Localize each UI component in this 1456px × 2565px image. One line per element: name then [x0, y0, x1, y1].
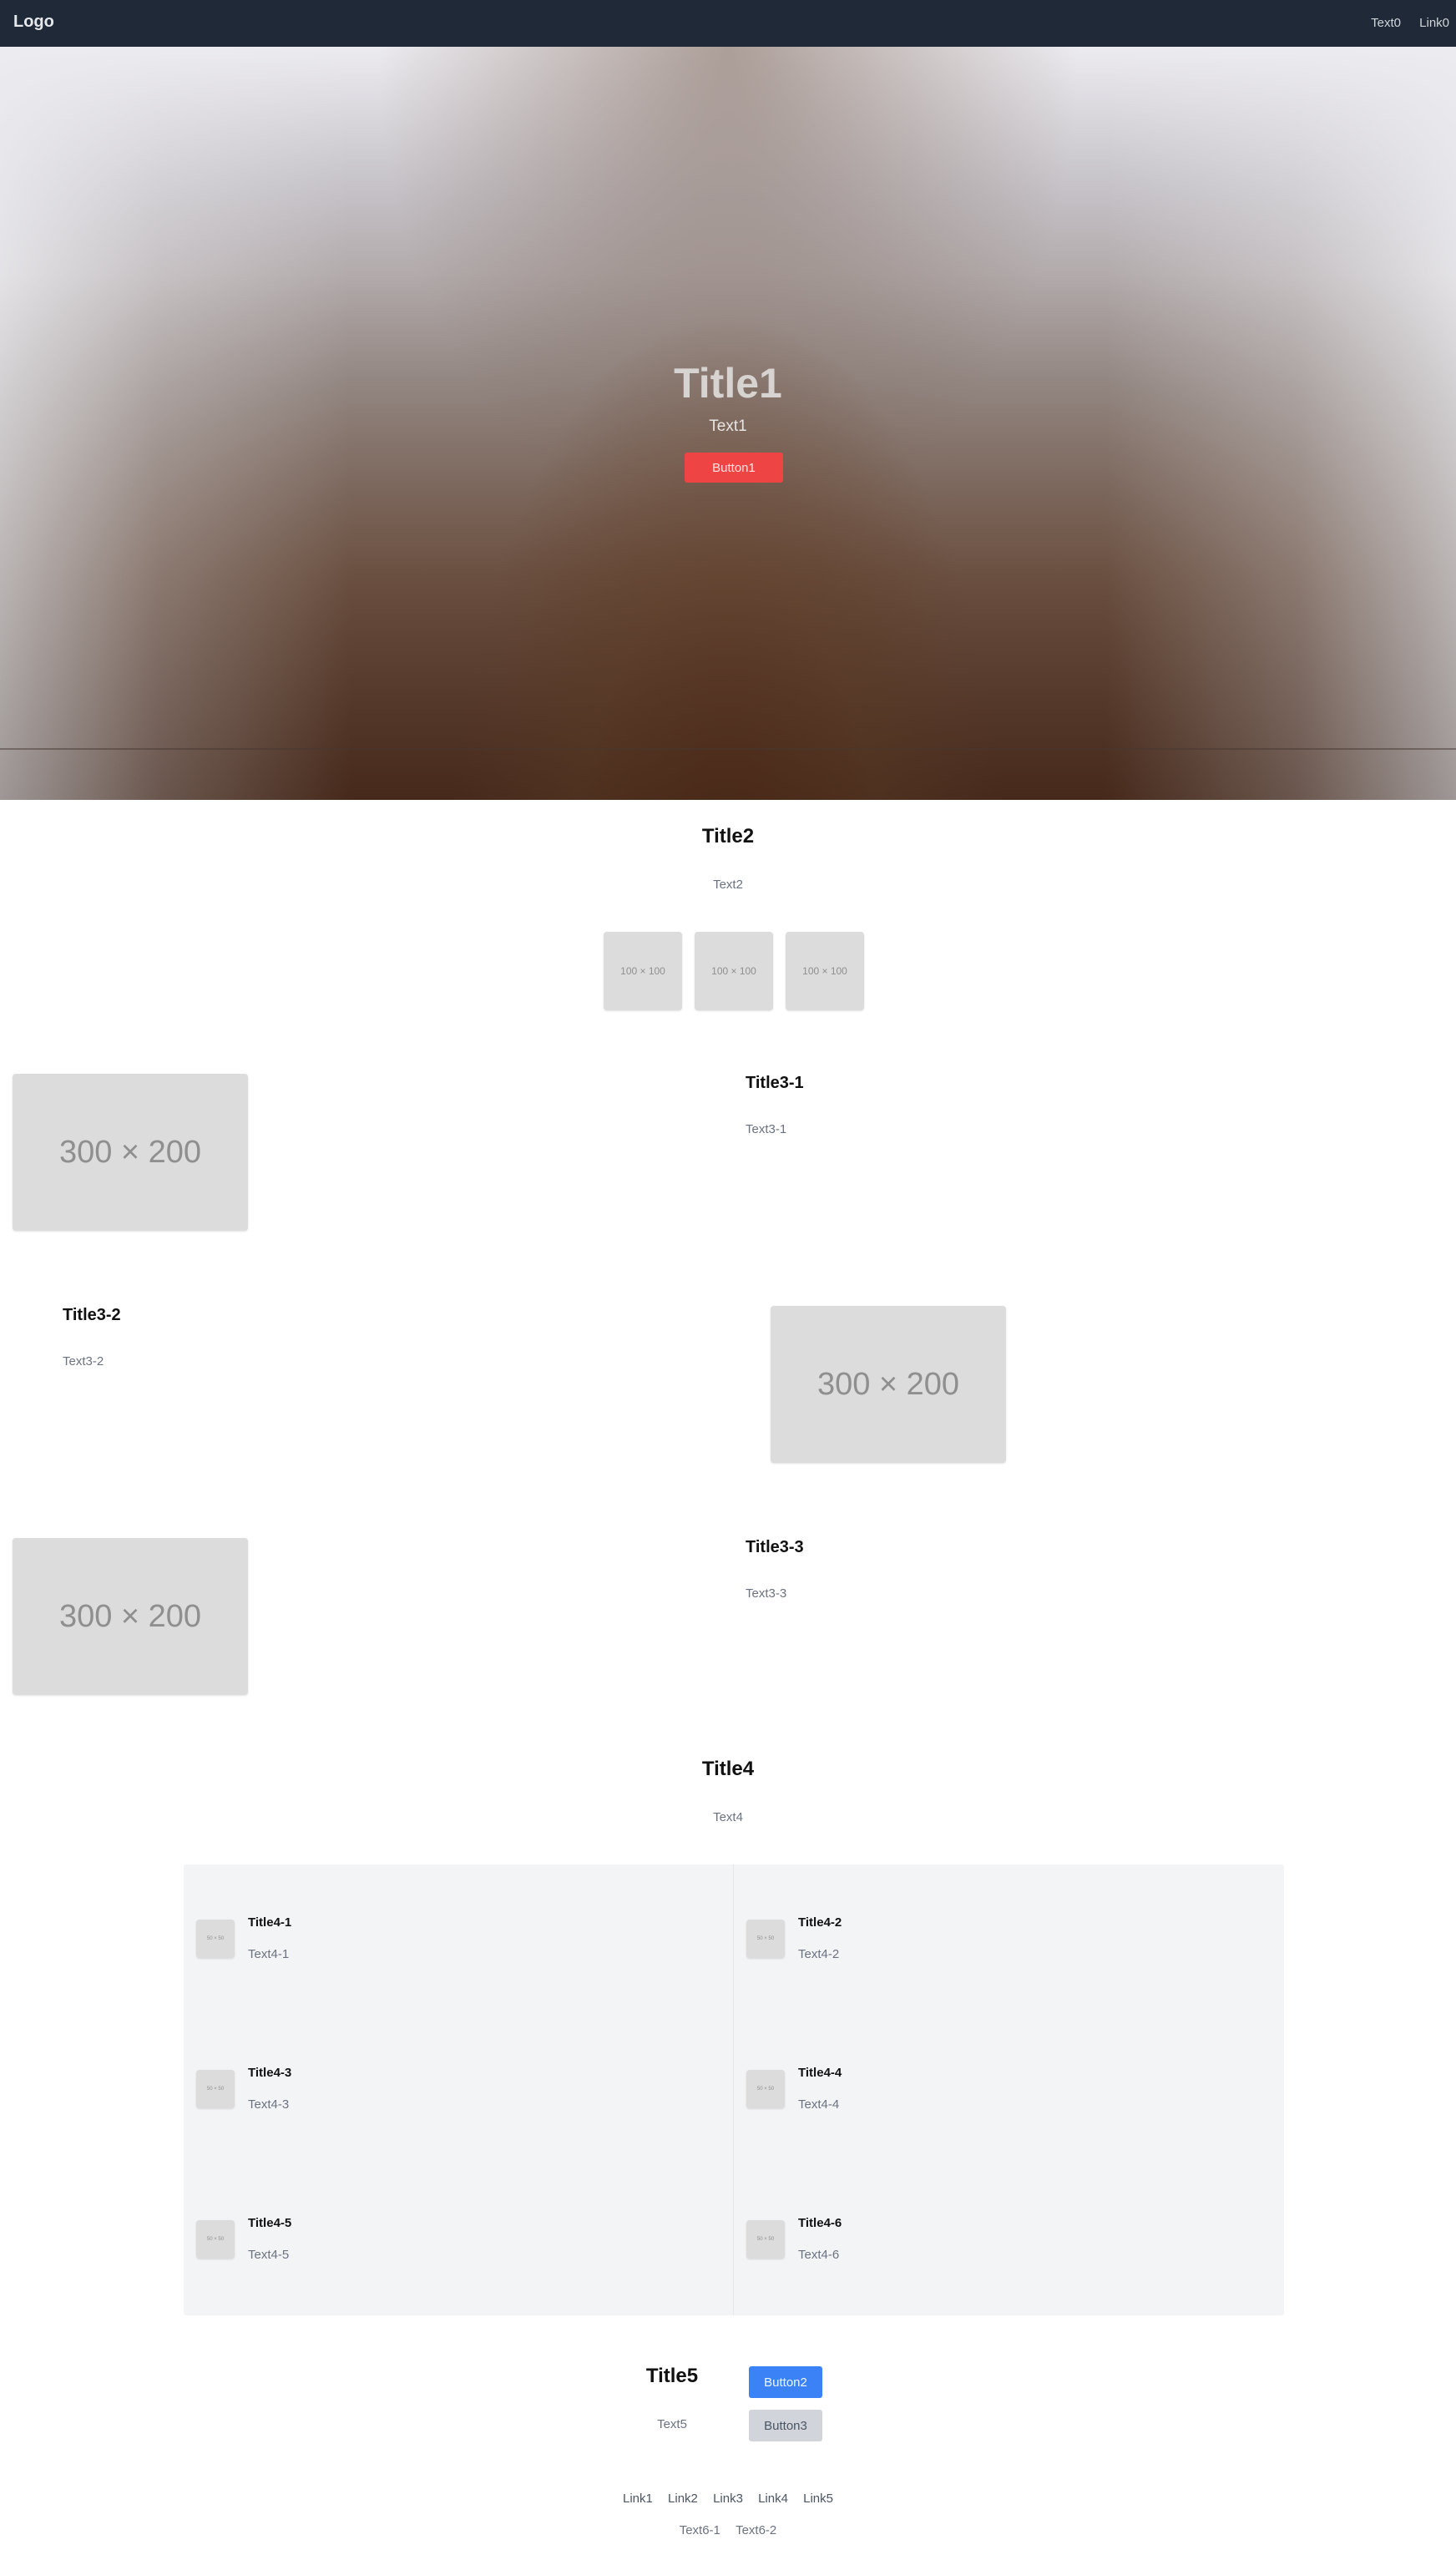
hero-title: Title1: [674, 360, 782, 407]
footer-link[interactable]: Link3: [713, 2492, 743, 2506]
image-placeholder: 100 × 100: [786, 932, 864, 1010]
grid-item-text: Text4-6: [798, 2248, 840, 2262]
grid-item-title: Title4-1: [248, 1915, 292, 1930]
nav-text: Text0: [1371, 16, 1401, 30]
footer-links: Link1 Link2 Link3 Link4 Link5: [0, 2492, 1456, 2506]
hero-divider: [0, 748, 1456, 750]
grid-item-text: Text4-2: [798, 1947, 840, 1961]
feature-image: 300 × 200: [771, 1306, 1006, 1463]
hero-section: Title1 Text1 Button1: [0, 47, 1456, 800]
section2-text: Text2: [713, 878, 743, 892]
grid-item-text: Text4-1: [248, 1947, 290, 1961]
grid-item-image: 50 × 50: [196, 2220, 235, 2259]
nav-right: Text0 Link0: [1356, 16, 1449, 30]
feature-grid: [184, 1864, 1284, 2315]
cta-title: Title5: [645, 2365, 699, 2387]
grid-divider: [733, 1864, 734, 2315]
hero-text: Text1: [709, 417, 747, 435]
footer-text: Text6-2: [736, 2523, 777, 2537]
feature-title: Title3-1: [746, 1074, 804, 1092]
feature-image: 300 × 200: [13, 1538, 248, 1695]
grid-item-title: Title4-2: [798, 1915, 842, 1930]
footer-texts: Text6-1 Text6-2: [0, 2523, 1456, 2537]
logo[interactable]: Logo: [13, 13, 54, 32]
secondary-button[interactable]: Button3: [749, 2410, 822, 2441]
feature-title: Title3-3: [746, 1538, 804, 1556]
hero-button[interactable]: Button1: [685, 453, 783, 483]
grid-item-image: 50 × 50: [746, 2220, 785, 2259]
grid-item-text: Text4-5: [248, 2248, 290, 2262]
grid-item-title: Title4-4: [798, 2066, 842, 2080]
section2-title: Title2: [701, 825, 755, 847]
primary-button[interactable]: Button2: [749, 2366, 822, 2398]
navbar: Logo Text0 Link0: [0, 0, 1456, 47]
grid-item-image: 50 × 50: [196, 2070, 235, 2108]
footer-link[interactable]: Link5: [803, 2492, 833, 2506]
grid-item-image: 50 × 50: [746, 1920, 785, 1958]
image-placeholder: 100 × 100: [604, 932, 682, 1010]
feature-title: Title3-2: [63, 1306, 121, 1324]
nav-link[interactable]: Link0: [1419, 16, 1449, 30]
feature-image: 300 × 200: [13, 1074, 248, 1231]
section4-text: Text4: [713, 1810, 743, 1824]
grid-item-image: 50 × 50: [196, 1920, 235, 1958]
grid-item-title: Title4-6: [798, 2216, 842, 2230]
cta-text: Text5: [657, 2417, 687, 2431]
image-placeholder: 100 × 100: [695, 932, 773, 1010]
section4-title: Title4: [701, 1758, 755, 1780]
feature-text: Text3-3: [746, 1586, 787, 1601]
footer-text: Text6-1: [679, 2523, 720, 2537]
footer-link[interactable]: Link4: [758, 2492, 788, 2506]
grid-item-image: 50 × 50: [746, 2070, 785, 2108]
grid-item-title: Title4-5: [248, 2216, 292, 2230]
feature-text: Text3-2: [63, 1354, 104, 1369]
footer-link[interactable]: Link2: [668, 2492, 698, 2506]
grid-item-text: Text4-3: [248, 2097, 290, 2112]
footer-link[interactable]: Link1: [623, 2492, 653, 2506]
feature-text: Text3-1: [746, 1122, 787, 1136]
grid-item-title: Title4-3: [248, 2066, 292, 2080]
grid-item-text: Text4-4: [798, 2097, 840, 2112]
